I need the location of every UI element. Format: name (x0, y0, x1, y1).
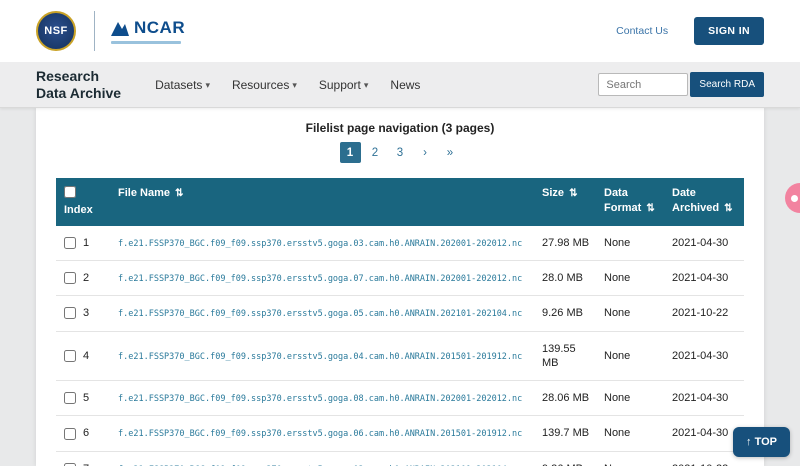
row-index: 3 (83, 306, 89, 320)
file-link[interactable]: f.e21.FSSP370_BGC.f09_f09.ssp370.ersstv5… (118, 394, 522, 404)
col-size[interactable]: Size ⇅ (534, 178, 596, 226)
chevron-down-icon: ▾ (292, 80, 297, 91)
row-index: 7 (83, 462, 89, 466)
date-archived: 2021-04-30 (664, 331, 744, 381)
table-row: 2 f.e21.FSSP370_BGC.f09_f09.ssp370.ersstv… (56, 260, 744, 295)
date-archived: 2021-04-30 (664, 226, 744, 261)
nav-item-datasets[interactable]: Datasets ▾ (155, 78, 210, 92)
feedback-widget-button[interactable] (785, 183, 800, 213)
row-checkbox[interactable] (64, 350, 76, 362)
file-size: 9.26 MB (534, 296, 596, 331)
chevron-down-icon: ▾ (364, 80, 369, 91)
file-link[interactable]: f.e21.FSSP370_BGC.f09_f09.ssp370.ersstv5… (118, 429, 522, 439)
pagination-next[interactable]: › (415, 142, 436, 163)
file-link[interactable]: f.e21.FSSP370_BGC.f09_f09.ssp370.ersstv5… (118, 352, 522, 362)
table-row: 3 f.e21.FSSP370_BGC.f09_f09.ssp370.ersstv… (56, 296, 744, 331)
table-row: 6 f.e21.FSSP370_BGC.f09_f09.ssp370.ersstv… (56, 416, 744, 451)
col-date-archived[interactable]: Date Archived ⇅ (664, 178, 744, 226)
row-checkbox[interactable] (64, 392, 76, 404)
data-format: None (596, 381, 664, 416)
sign-in-button[interactable]: SIGN IN (694, 17, 764, 45)
col-data-format[interactable]: Data Format ⇅ (596, 178, 664, 226)
ncar-logo-text: NCAR (134, 18, 185, 38)
row-index: 4 (83, 349, 89, 363)
ncar-mountain-icon (111, 20, 129, 36)
site-title-line1: Research (36, 68, 121, 84)
date-archived: 2021-04-30 (664, 260, 744, 295)
file-link[interactable]: f.e21.FSSP370_BGC.f09_f09.ssp370.ersstv5… (118, 309, 522, 319)
col-index-label: Index (64, 203, 102, 218)
filelist-tbody: 1 f.e21.FSSP370_BGC.f09_f09.ssp370.ersstv… (56, 226, 744, 466)
site-title-line2: Data Archive (36, 85, 121, 101)
data-format: None (596, 416, 664, 451)
table-row: 4 f.e21.FSSP370_BGC.f09_f09.ssp370.ersstv… (56, 331, 744, 381)
file-size: 9.26 MB (534, 451, 596, 466)
data-format: None (596, 451, 664, 466)
pagination-last[interactable]: » (440, 142, 461, 163)
date-archived: 2021-04-30 (664, 416, 744, 451)
filelist-pagination-title: Filelist page navigation (3 pages) (36, 121, 764, 135)
row-checkbox[interactable] (64, 237, 76, 249)
arrow-up-icon: ↑ (746, 436, 752, 448)
row-index: 6 (83, 426, 89, 440)
contact-us-link[interactable]: Contact Us (616, 25, 668, 37)
row-index: 2 (83, 271, 89, 285)
search-zone: Search RDA (598, 72, 764, 97)
date-archived: 2021-10-22 (664, 296, 744, 331)
file-size: 139.7 MB (534, 416, 596, 451)
row-checkbox[interactable] (64, 428, 76, 440)
ncar-logo: NCAR (94, 11, 185, 51)
data-format: None (596, 260, 664, 295)
filelist-card: Filelist page navigation (3 pages) 123›»… (36, 108, 764, 466)
file-size: 28.06 MB (534, 381, 596, 416)
row-index: 1 (83, 236, 89, 250)
table-row: 7f.e21.FSSP370_BGC.f09_f09.ssp370.ersstv… (56, 451, 744, 466)
file-link[interactable]: f.e21.FSSP370_BGC.f09_f09.ssp370.ersstv5… (118, 239, 522, 249)
search-rda-button[interactable]: Search RDA (690, 72, 764, 97)
nav-item-news[interactable]: News (390, 78, 420, 92)
chevron-down-icon: ▾ (205, 80, 210, 91)
nsf-logo-text: NSF (44, 25, 68, 37)
pagination-page-2[interactable]: 2 (365, 142, 386, 163)
table-row: 5 f.e21.FSSP370_BGC.f09_f09.ssp370.ersstv… (56, 381, 744, 416)
date-archived: 2021-10-22 (664, 451, 744, 466)
data-format: None (596, 296, 664, 331)
pagination-pages: 123›» (36, 142, 764, 163)
select-all-checkbox[interactable] (64, 186, 76, 198)
file-link[interactable]: f.e21.FSSP370_BGC.f09_f09.ssp370.ersstv5… (118, 274, 522, 284)
site-title: Research Data Archive (36, 68, 121, 100)
pagination-page-1[interactable]: 1 (340, 142, 361, 163)
sort-icon: ⇅ (646, 203, 654, 214)
row-checkbox[interactable] (64, 272, 76, 284)
search-input[interactable] (598, 73, 688, 96)
sort-icon: ⇅ (724, 203, 732, 214)
feedback-dot-icon (791, 195, 798, 202)
main-nav-bar: Research Data Archive Datasets ▾ Resourc… (0, 62, 800, 108)
nav-item-support[interactable]: Support ▾ (319, 78, 369, 92)
top-bar: NSF NCAR Contact Us SIGN IN (0, 0, 800, 62)
sort-icon: ⇅ (175, 188, 183, 199)
date-archived: 2021-04-30 (664, 381, 744, 416)
row-checkbox[interactable] (64, 307, 76, 319)
nsf-logo: NSF (36, 11, 76, 51)
data-format: None (596, 226, 664, 261)
table-header-row: Index File Name ⇅ Size ⇅ Data Format ⇅ D… (56, 178, 744, 226)
sort-icon: ⇅ (569, 188, 577, 199)
nav-menu: Datasets ▾ Resources ▾ Support ▾ News (155, 78, 420, 92)
pagination-page-3[interactable]: 3 (390, 142, 411, 163)
nav-item-resources[interactable]: Resources ▾ (232, 78, 297, 92)
ncar-tagline (111, 41, 181, 44)
table-row: 1 f.e21.FSSP370_BGC.f09_f09.ssp370.ersstv… (56, 226, 744, 261)
col-file-name[interactable]: File Name ⇅ (110, 178, 534, 226)
file-size: 27.98 MB (534, 226, 596, 261)
row-index: 5 (83, 391, 89, 405)
col-index: Index (56, 178, 110, 226)
file-size: 28.0 MB (534, 260, 596, 295)
filelist-table: Index File Name ⇅ Size ⇅ Data Format ⇅ D… (56, 178, 744, 466)
data-format: None (596, 331, 664, 381)
back-to-top-button[interactable]: ↑ TOP (733, 427, 790, 457)
file-size: 139.55 MB (534, 331, 596, 381)
